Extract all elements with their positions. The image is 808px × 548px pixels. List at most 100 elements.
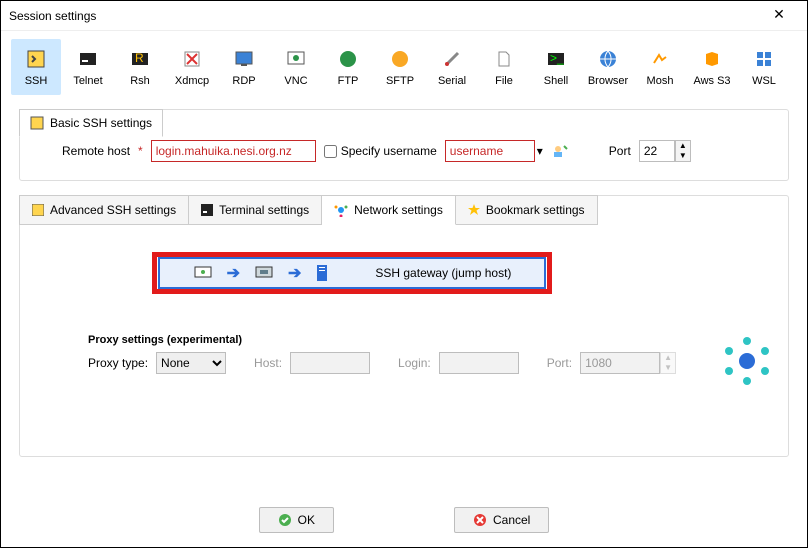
protocol-sftp[interactable]: SFTP xyxy=(375,39,425,95)
tab-terminal[interactable]: Terminal settings xyxy=(189,195,322,225)
protocol-toolbar: SSH Telnet R Rsh Xdmcp RDP VNC FTP SFTP … xyxy=(1,31,807,101)
rsh-icon: R xyxy=(128,47,152,71)
specify-username-checkbox[interactable] xyxy=(324,145,337,158)
serial-icon xyxy=(440,47,464,71)
wsl-icon xyxy=(752,47,776,71)
tab-label: Bookmark settings xyxy=(486,203,585,217)
arrow-right-icon: ➔ xyxy=(227,263,240,283)
tool-icon xyxy=(32,204,44,216)
protocol-ftp[interactable]: FTP xyxy=(323,39,373,95)
file-icon xyxy=(492,47,516,71)
terminal-icon xyxy=(201,204,213,216)
required-mark: * xyxy=(138,144,143,158)
mosh-icon xyxy=(648,47,672,71)
protocol-label: SSH xyxy=(25,75,48,87)
remote-host-input[interactable] xyxy=(151,140,316,162)
cancel-label: Cancel xyxy=(493,513,530,527)
network-decoration-icon xyxy=(717,331,777,391)
protocol-label: Aws S3 xyxy=(693,75,730,87)
basic-ssh-settings-tab: Basic SSH settings xyxy=(19,109,163,137)
proxy-port-input xyxy=(580,352,660,374)
protocol-aws-s3[interactable]: Aws S3 xyxy=(687,39,737,95)
protocol-label: WSL xyxy=(752,75,776,87)
proxy-heading: Proxy settings (experimental) xyxy=(88,334,776,346)
tab-label: Advanced SSH settings xyxy=(50,203,176,217)
protocol-label: Mosh xyxy=(647,75,674,87)
protocol-ssh[interactable]: SSH xyxy=(11,39,61,95)
protocol-serial[interactable]: Serial xyxy=(427,39,477,95)
aws-s3-icon xyxy=(700,47,724,71)
protocol-label: File xyxy=(495,75,513,87)
protocol-rsh[interactable]: R Rsh xyxy=(115,39,165,95)
tool-icon xyxy=(30,116,44,130)
basic-ssh-settings-group: Basic SSH settings Remote host * Specify… xyxy=(19,109,789,181)
protocol-browser[interactable]: Browser xyxy=(583,39,633,95)
user-picker-icon[interactable] xyxy=(551,142,569,160)
arrow-right-icon: ➔ xyxy=(288,263,301,283)
protocol-label: SFTP xyxy=(386,75,414,87)
protocol-label: Shell xyxy=(544,75,568,87)
protocol-label: Telnet xyxy=(73,75,102,87)
basic-row: Remote host * Specify username ▾ Port ▲▼ xyxy=(32,140,776,162)
protocol-shell[interactable]: >_ Shell xyxy=(531,39,581,95)
vnc-icon xyxy=(284,47,308,71)
window-titlebar: Session settings ✕ xyxy=(1,1,807,31)
shell-icon: >_ xyxy=(544,47,568,71)
protocol-rdp[interactable]: RDP xyxy=(219,39,269,95)
telnet-icon xyxy=(76,47,100,71)
svg-text:>_: >_ xyxy=(550,51,564,65)
ok-button[interactable]: OK xyxy=(259,507,334,533)
protocol-mosh[interactable]: Mosh xyxy=(635,39,685,95)
cancel-icon xyxy=(473,513,487,527)
window-title: Session settings xyxy=(9,9,759,23)
gateway-button-label: SSH gateway (jump host) xyxy=(375,266,511,280)
check-icon xyxy=(278,513,292,527)
remote-host-label: Remote host xyxy=(62,144,130,158)
proxy-settings-group: Proxy settings (experimental) Proxy type… xyxy=(88,334,776,374)
protocol-file[interactable]: File xyxy=(479,39,529,95)
protocol-label: Rsh xyxy=(130,75,150,87)
protocol-xdmcp[interactable]: Xdmcp xyxy=(167,39,217,95)
basic-group-label: Basic SSH settings xyxy=(50,116,152,130)
protocol-label: Browser xyxy=(588,75,628,87)
protocol-vnc[interactable]: VNC xyxy=(271,39,321,95)
tab-bookmark[interactable]: Bookmark settings xyxy=(456,195,598,225)
star-icon xyxy=(468,204,480,216)
proxy-login-input xyxy=(439,352,519,374)
protocol-label: Serial xyxy=(438,75,466,87)
svg-text:R: R xyxy=(135,51,144,65)
protocol-label: RDP xyxy=(232,75,255,87)
network-icon xyxy=(334,203,348,217)
dialog-footer: OK Cancel xyxy=(1,507,807,533)
server-icon xyxy=(315,264,329,282)
proxy-host-input xyxy=(290,352,370,374)
cancel-button[interactable]: Cancel xyxy=(454,507,549,533)
tab-label: Terminal settings xyxy=(219,203,309,217)
proxy-type-select[interactable]: None xyxy=(156,352,226,374)
proxy-login-label: Login: xyxy=(398,356,431,370)
ftp-icon xyxy=(336,47,360,71)
protocol-label: FTP xyxy=(338,75,359,87)
port-spinner[interactable]: ▲▼ xyxy=(675,140,691,162)
tab-network[interactable]: Network settings xyxy=(322,195,456,225)
client-icon xyxy=(193,265,213,281)
tab-label: Network settings xyxy=(354,203,443,217)
port-input[interactable] xyxy=(639,140,675,162)
xdmcp-icon xyxy=(180,47,204,71)
proxy-port-spinner: ▲▼ xyxy=(660,352,676,374)
protocol-label: VNC xyxy=(284,75,307,87)
browser-icon xyxy=(596,47,620,71)
close-icon[interactable]: ✕ xyxy=(759,6,799,26)
rdp-icon xyxy=(232,47,256,71)
ok-label: OK xyxy=(298,513,315,527)
tab-advanced-ssh[interactable]: Advanced SSH settings xyxy=(19,195,189,225)
port-label: Port xyxy=(609,144,631,158)
ssh-gateway-button[interactable]: ➔ ➔ SSH gateway (jump host) xyxy=(152,252,552,294)
gateway-icon xyxy=(254,265,274,281)
chevron-down-icon[interactable]: ▾ xyxy=(537,144,543,158)
settings-tabs-group: Advanced SSH settings Terminal settings … xyxy=(19,195,789,457)
protocol-telnet[interactable]: Telnet xyxy=(63,39,113,95)
protocol-wsl[interactable]: WSL xyxy=(739,39,789,95)
username-input[interactable] xyxy=(445,140,535,162)
tabs-row: Advanced SSH settings Terminal settings … xyxy=(19,195,598,225)
